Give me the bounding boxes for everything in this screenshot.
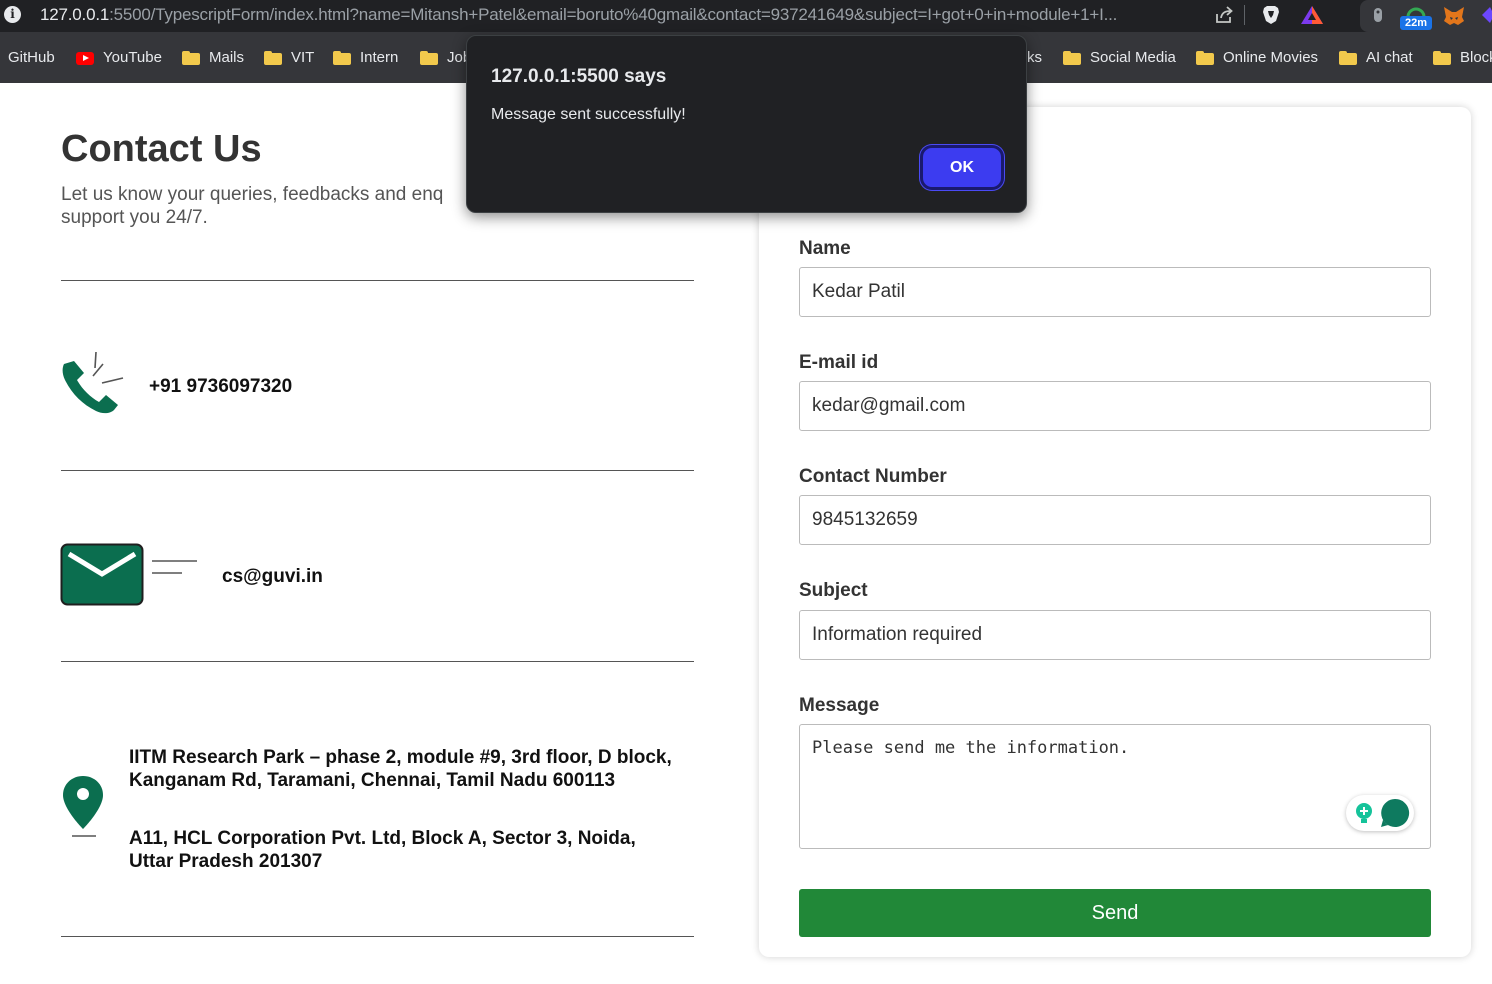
bookmark-label: AI chat bbox=[1366, 49, 1413, 66]
folder-icon bbox=[264, 51, 282, 65]
metamask-icon[interactable] bbox=[1442, 5, 1466, 27]
page-title: Contact Us bbox=[61, 128, 262, 170]
email-field[interactable]: kedar@gmail.com bbox=[799, 381, 1431, 431]
bookmark-label: Block bbox=[1460, 49, 1492, 66]
send-button[interactable]: Send bbox=[799, 889, 1431, 937]
dialog-title: 127.0.0.1:5500 says bbox=[491, 66, 667, 87]
bookmark-label: GitHub bbox=[8, 49, 55, 66]
address-bar: i 127.0.0.1:5500/TypescriptForm/index.ht… bbox=[0, 0, 1492, 32]
site-info-icon[interactable]: i bbox=[4, 6, 21, 23]
bookmark-vit[interactable]: VIT bbox=[264, 48, 314, 68]
brave-shield-icon[interactable] bbox=[1260, 4, 1282, 26]
bookmark-label: Intern bbox=[360, 49, 399, 66]
bookmark-label: ks bbox=[1027, 49, 1042, 66]
bookmark-github[interactable]: GitHub bbox=[8, 48, 55, 68]
subject-label: Subject bbox=[799, 580, 868, 601]
email-address: cs@guvi.in bbox=[222, 566, 323, 587]
message-label: Message bbox=[799, 695, 880, 716]
folder-icon bbox=[1196, 51, 1214, 65]
bookmark-social-media[interactable]: Social Media bbox=[1063, 48, 1176, 68]
subject-field[interactable]: Information required bbox=[799, 610, 1431, 660]
folder-icon bbox=[182, 51, 200, 65]
name-label: Name bbox=[799, 238, 851, 259]
mail-icon bbox=[60, 543, 197, 606]
bookmark-links[interactable]: ks bbox=[1027, 48, 1042, 68]
divider bbox=[1244, 5, 1245, 25]
address-noida: A11, HCL Corporation Pvt. Ltd, Block A, … bbox=[129, 828, 636, 872]
location-pin-icon bbox=[63, 776, 103, 837]
page-description: Let us know your queries, feedbacks and … bbox=[61, 184, 444, 228]
bookmark-intern[interactable]: Intern bbox=[333, 48, 398, 68]
bookmark-ai-chat[interactable]: AI chat bbox=[1339, 48, 1413, 68]
extension-icon-2[interactable] bbox=[1480, 6, 1492, 24]
bookmark-youtube[interactable]: YouTube bbox=[76, 48, 162, 68]
bookmark-mails[interactable]: Mails bbox=[182, 48, 244, 68]
ok-button[interactable]: OK bbox=[920, 145, 1004, 190]
bookmark-block[interactable]: Block bbox=[1433, 48, 1492, 68]
folder-icon bbox=[1433, 51, 1451, 65]
phone-icon bbox=[62, 351, 124, 414]
email-label: E-mail id bbox=[799, 352, 879, 373]
divider bbox=[61, 470, 694, 471]
share-icon[interactable] bbox=[1213, 4, 1235, 26]
folder-icon bbox=[1063, 51, 1081, 65]
contact-number-label: Contact Number bbox=[799, 466, 947, 487]
url-field[interactable]: 127.0.0.1:5500/TypescriptForm/index.html… bbox=[40, 4, 1200, 26]
bookmark-label: Online Movies bbox=[1223, 49, 1319, 66]
lightbulb-icon bbox=[1356, 803, 1372, 823]
url-host: 127.0.0.1 bbox=[40, 5, 110, 24]
address-chennai: IITM Research Park – phase 2, module #9,… bbox=[129, 747, 672, 791]
bookmark-online-movies[interactable]: Online Movies bbox=[1196, 48, 1318, 68]
bookmark-job[interactable]: Job bbox=[420, 48, 471, 68]
extension-icon[interactable] bbox=[1371, 6, 1385, 24]
extension-badge: 22m bbox=[1400, 16, 1432, 30]
time-tracker-extension[interactable]: 22m bbox=[1400, 2, 1432, 30]
grammarly-icon bbox=[1381, 798, 1410, 827]
contact-number-field[interactable]: 9845132659 bbox=[799, 495, 1431, 545]
name-field[interactable]: Kedar Patil bbox=[799, 267, 1431, 317]
divider bbox=[61, 936, 694, 937]
bookmark-label: Mails bbox=[209, 49, 245, 66]
phone-number: +91 9736097320 bbox=[149, 376, 293, 397]
bookmark-label: VIT bbox=[291, 49, 315, 66]
grammarly-widget[interactable] bbox=[1346, 795, 1414, 831]
divider bbox=[61, 661, 694, 662]
dialog-message: Message sent successfully! bbox=[491, 106, 686, 123]
folder-icon bbox=[420, 51, 438, 65]
message-field[interactable]: Please send me the information. bbox=[799, 724, 1431, 849]
folder-icon bbox=[333, 51, 351, 65]
alert-dialog: 127.0.0.1:5500 says Message sent success… bbox=[466, 35, 1027, 213]
brave-rewards-icon[interactable] bbox=[1300, 4, 1324, 26]
divider bbox=[61, 280, 694, 281]
youtube-icon bbox=[76, 51, 94, 65]
url-path: :5500/TypescriptForm/index.html?name=Mit… bbox=[109, 5, 1118, 24]
bookmark-label: YouTube bbox=[103, 49, 162, 66]
folder-icon bbox=[1339, 51, 1357, 65]
bookmark-label: Social Media bbox=[1090, 49, 1176, 66]
